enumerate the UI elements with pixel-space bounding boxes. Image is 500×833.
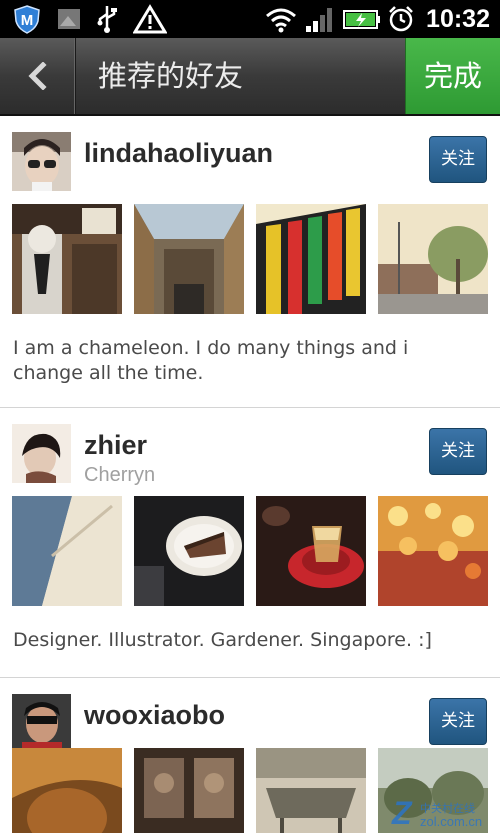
photo-thumbnail[interactable] — [134, 496, 244, 606]
avatar[interactable] — [12, 694, 71, 753]
title-bar: 推荐的好友 完成 — [0, 38, 500, 116]
photo-thumbnail[interactable] — [12, 496, 122, 606]
wifi-icon — [266, 8, 296, 33]
username[interactable]: wooxiaobo — [84, 700, 225, 731]
watermark-line2: zol.com.cn — [420, 814, 482, 829]
follow-button[interactable]: 关注 — [429, 136, 487, 183]
watermark-line1: 中关村在线 — [420, 801, 475, 815]
status-time: 10:32 — [426, 5, 490, 33]
follow-button[interactable]: 关注 — [429, 428, 487, 475]
watermark-logo: Z — [391, 795, 413, 830]
back-button[interactable] — [0, 38, 76, 114]
photo-strip — [12, 496, 488, 606]
done-button[interactable]: 完成 — [405, 38, 500, 114]
user-bio: I am a chameleon. I do many things and i… — [13, 337, 409, 384]
user-subname: Cherryn — [84, 464, 156, 486]
svg-text:M: M — [21, 12, 34, 29]
signal-icon — [306, 8, 332, 32]
status-bar: M 10:32 — [0, 0, 500, 38]
suggested-users-list: lindahaoliyuan 关注 I am a chameleon. I do… — [0, 116, 500, 833]
photo-thumbnail[interactable] — [134, 748, 244, 833]
user-bio: Designer. Illustrator. Gardener. Singapo… — [13, 629, 432, 651]
user-card: lindahaoliyuan 关注 I am a chameleon. I do… — [0, 116, 500, 408]
page-title: 推荐的好友 — [98, 59, 244, 93]
username[interactable]: zhier — [84, 430, 147, 461]
photo-strip — [12, 204, 488, 314]
photo-thumbnail[interactable] — [256, 496, 366, 606]
usb-icon — [97, 6, 117, 33]
alarm-clock-icon — [389, 6, 413, 32]
photo-thumbnail[interactable] — [134, 204, 244, 314]
chevron-left-icon — [28, 62, 47, 90]
battery-charging-icon — [343, 10, 380, 29]
image-icon — [58, 9, 80, 29]
photo-thumbnail[interactable] — [378, 204, 488, 314]
warning-icon — [133, 4, 167, 34]
photo-thumbnail[interactable] — [256, 204, 366, 314]
follow-button[interactable]: 关注 — [429, 698, 487, 745]
photo-thumbnail[interactable] — [378, 496, 488, 606]
avatar[interactable] — [12, 132, 71, 191]
photo-thumbnail[interactable] — [12, 204, 122, 314]
photo-thumbnail[interactable] — [12, 748, 122, 833]
photo-thumbnail[interactable] — [256, 748, 366, 833]
m-shield-icon: M — [14, 5, 40, 34]
avatar[interactable] — [12, 424, 71, 483]
watermark: Z 中关村在线 zol.com.cn — [390, 792, 498, 831]
username[interactable]: lindahaoliyuan — [84, 138, 273, 169]
user-card: zhier Cherryn 关注 Designer. Illustrator. … — [0, 408, 500, 678]
